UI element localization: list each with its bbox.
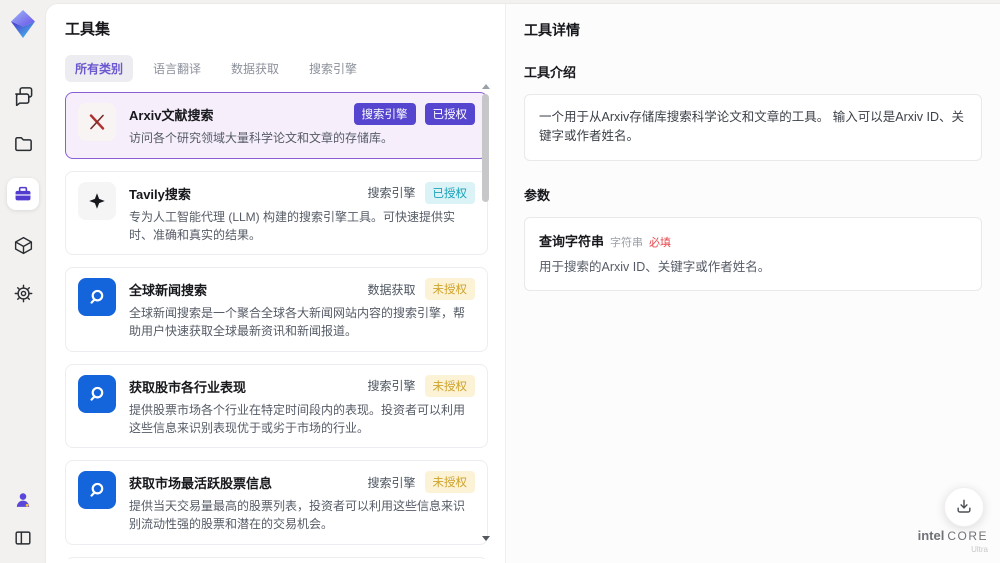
scrollbar-thumb[interactable] xyxy=(482,94,489,202)
settings-icon[interactable] xyxy=(10,280,36,306)
tool-name: 获取市场最活跃股票信息 xyxy=(129,476,273,492)
category-badge: 搜索引擎 xyxy=(353,103,416,125)
param-required-badge: 必填 xyxy=(649,236,672,249)
nav-rail xyxy=(0,0,46,563)
stock-sector-icon xyxy=(78,374,116,413)
list-scrollbar[interactable] xyxy=(481,84,491,557)
tool-item-stock-sector[interactable]: 获取股市各行业表现 搜索引擎 未授权 提供股票市场各个行业在特定时间段内的表现。… xyxy=(65,363,488,449)
tool-name: 获取股市各行业表现 xyxy=(129,379,247,395)
download-icon xyxy=(957,499,971,513)
category-tabs: 所有类别 语言翻译 数据获取 搜索引擎 xyxy=(65,55,505,82)
download-button[interactable] xyxy=(944,487,984,527)
global-news-search-icon xyxy=(78,278,116,317)
brand-sub-text: Ultra xyxy=(971,545,988,554)
category-label: 搜索引擎 xyxy=(367,475,416,490)
status-badge: 未授权 xyxy=(424,278,475,301)
app-logo[interactable] xyxy=(8,8,38,40)
tool-name: Tavily搜索 xyxy=(129,186,191,202)
tool-desc: 提供股票市场各个行业在特定时间段内的表现。投资者可以利用这些信息来识别表现优于或… xyxy=(129,402,466,435)
tool-list: Arxiv文献搜索 搜索引擎 已授权 访问各个研究领域大量科学论文和文章的存储库… xyxy=(65,92,488,559)
intro-text: 一个用于从Arxiv存储库搜索科学论文和文章的工具。 输入可以是Arxiv ID… xyxy=(539,110,965,144)
tool-detail-panel: 工具详情 工具介绍 一个用于从Arxiv存储库搜索科学论文和文章的工具。 输入可… xyxy=(505,4,1000,563)
category-label: 搜索引擎 xyxy=(367,186,416,201)
params-heading: 参数 xyxy=(524,187,551,203)
tab-search-engine[interactable]: 搜索引擎 xyxy=(299,55,367,82)
brand-core-text: CORE xyxy=(947,529,988,543)
tool-item-regional-news[interactable]: 万维地区新闻查询 搜索引擎 未授权 查询具体行政区划内的新闻，快速了解各地新闻动 xyxy=(65,556,488,559)
intel-core-logo: intel CORE Ultra xyxy=(918,528,988,554)
param-type: 字符串 xyxy=(610,236,644,249)
status-badge: 未授权 xyxy=(424,471,475,494)
tool-desc: 访问各个研究领域大量科学论文和文章的存储库。 xyxy=(129,131,394,145)
active-stocks-icon xyxy=(78,471,116,510)
tool-name: Arxiv文献搜索 xyxy=(129,108,214,123)
scroll-down-icon[interactable] xyxy=(482,536,490,541)
status-badge: 已授权 xyxy=(424,181,475,204)
cube-icon[interactable] xyxy=(10,232,36,258)
rail-bottom xyxy=(10,487,36,551)
category-label: 搜索引擎 xyxy=(367,379,416,394)
tool-item-arxiv[interactable]: Arxiv文献搜索 搜索引擎 已授权 访问各个研究领域大量科学论文和文章的存储库… xyxy=(65,92,488,159)
user-icon[interactable] xyxy=(10,487,36,513)
intro-box: 一个用于从Arxiv存储库搜索科学论文和文章的工具。 输入可以是Arxiv ID… xyxy=(524,94,982,161)
tool-item-global-news[interactable]: 全球新闻搜索 数据获取 未授权 全球新闻搜索是一个聚合全球各大新闻网站内容的搜索… xyxy=(65,267,488,352)
param-desc: 用于搜索的Arxiv ID、关键字或作者姓名。 xyxy=(539,259,771,274)
scroll-up-icon[interactable] xyxy=(482,84,490,89)
tool-item-active-stocks[interactable]: 获取市场最活跃股票信息 搜索引擎 未授权 提供当天交易量最高的股票列表，投资者可… xyxy=(65,460,488,545)
tool-desc: 提供当天交易量最高的股票列表，投资者可以利用这些信息来识别流动性强的股票和潜在的… xyxy=(129,499,466,531)
panel-toggle-icon[interactable] xyxy=(10,525,36,551)
category-label: 数据获取 xyxy=(367,282,416,297)
app-logo-icon xyxy=(11,10,35,38)
tool-item-tavily[interactable]: Tavily搜索 搜索引擎 已授权 专为人工智能代理 (LLM) 构建的搜索引擎… xyxy=(65,170,488,256)
folder-icon[interactable] xyxy=(10,130,36,156)
tool-list-panel: 工具集 所有类别 语言翻译 数据获取 搜索引擎 Arxiv文献搜索 搜索引擎 已… xyxy=(46,4,505,563)
tab-all-categories[interactable]: 所有类别 xyxy=(65,55,134,82)
tab-data-fetch[interactable]: 数据获取 xyxy=(221,55,289,82)
tool-name: 全球新闻搜索 xyxy=(129,283,208,299)
tab-language-translation[interactable]: 语言翻译 xyxy=(143,55,211,82)
status-badge: 已授权 xyxy=(424,103,475,125)
chat-icon[interactable] xyxy=(10,82,36,108)
param-box: 查询字符串 字符串 必填 用于搜索的Arxiv ID、关键字或作者姓名。 xyxy=(524,216,982,292)
param-name: 查询字符串 xyxy=(539,233,605,249)
brand-intel-text: intel xyxy=(917,528,945,543)
page-title: 工具集 xyxy=(65,21,111,38)
status-badge: 未授权 xyxy=(424,374,475,397)
arxiv-icon xyxy=(78,103,116,141)
toolbox-icon[interactable] xyxy=(7,178,39,210)
rail-nav xyxy=(7,82,39,306)
detail-title: 工具详情 xyxy=(524,22,580,38)
tavily-star-icon xyxy=(78,181,116,220)
intro-heading: 工具介绍 xyxy=(524,65,577,80)
tool-desc: 专为人工智能代理 (LLM) 构建的搜索引擎工具。可快速提供实时、准确和真实的结… xyxy=(129,209,456,242)
main-card: 工具集 所有类别 语言翻译 数据获取 搜索引擎 Arxiv文献搜索 搜索引擎 已… xyxy=(46,4,1000,563)
tool-desc: 全球新闻搜索是一个聚合全球各大新闻网站内容的搜索引擎，帮助用户快速获取全球最新资… xyxy=(129,306,466,338)
